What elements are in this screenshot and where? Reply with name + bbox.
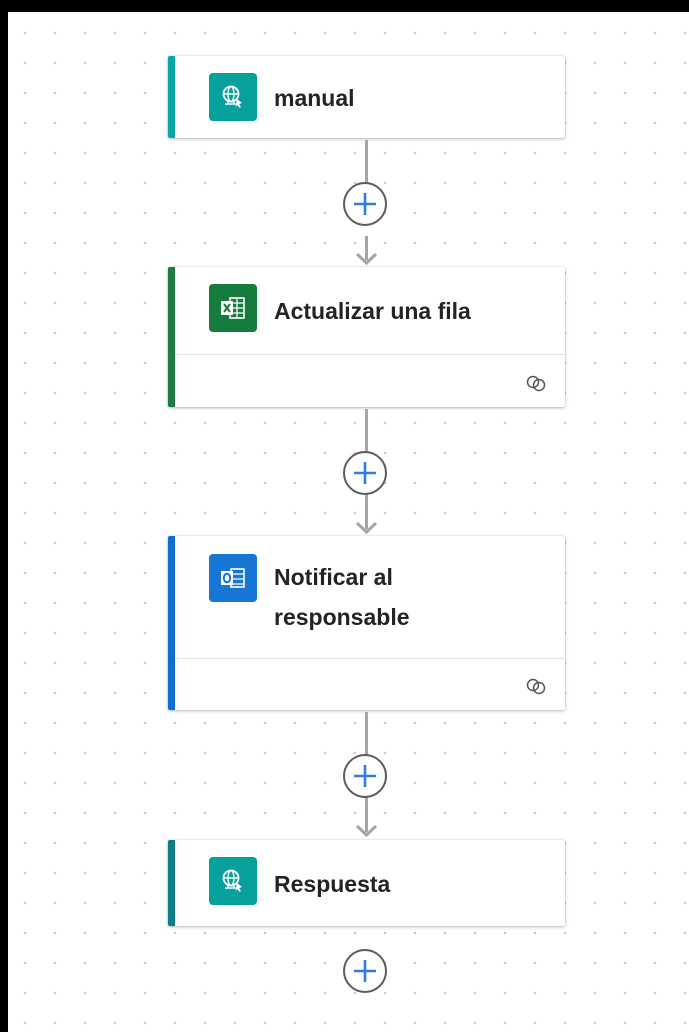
plus-icon <box>354 960 376 982</box>
connector-line <box>365 712 368 756</box>
request-globe-icon <box>209 73 257 121</box>
step-accent-bar <box>168 56 175 138</box>
excel-icon <box>209 284 257 332</box>
outlook-icon <box>209 554 257 602</box>
link-icon[interactable] <box>525 676 547 696</box>
plus-icon <box>354 765 376 787</box>
plus-icon <box>354 462 376 484</box>
add-step-button[interactable] <box>343 451 387 495</box>
add-step-button[interactable] <box>343 182 387 226</box>
connector-line <box>365 409 368 453</box>
link-icon[interactable] <box>525 373 547 393</box>
step-accent-bar <box>168 536 175 710</box>
step-title: Respuesta <box>274 871 391 897</box>
step-title: manual <box>274 85 355 111</box>
step-card-manual[interactable]: manual <box>168 56 565 138</box>
connector-arrow-icon <box>355 824 378 838</box>
step-title-line1: Notificar al <box>274 564 393 590</box>
response-globe-icon <box>209 857 257 905</box>
step-card-notificar-responsable[interactable]: Notificar al responsable <box>168 536 565 710</box>
step-card-actualizar-fila[interactable]: Actualizar una fila <box>168 267 565 407</box>
step-title: Actualizar una fila <box>274 298 471 324</box>
add-step-button[interactable] <box>343 754 387 798</box>
step-accent-bar <box>168 267 175 407</box>
add-step-button[interactable] <box>343 949 387 993</box>
step-accent-bar <box>168 840 175 926</box>
connector-arrow-icon <box>355 521 378 535</box>
step-footer <box>175 354 565 407</box>
flow-canvas[interactable]: manual Actualizar una fila Notificar al … <box>8 12 689 1032</box>
step-title-line2: responsable <box>274 604 410 630</box>
connector-arrow-icon <box>355 252 378 266</box>
step-footer <box>175 658 565 710</box>
plus-icon <box>354 193 376 215</box>
step-card-respuesta[interactable]: Respuesta <box>168 840 565 926</box>
